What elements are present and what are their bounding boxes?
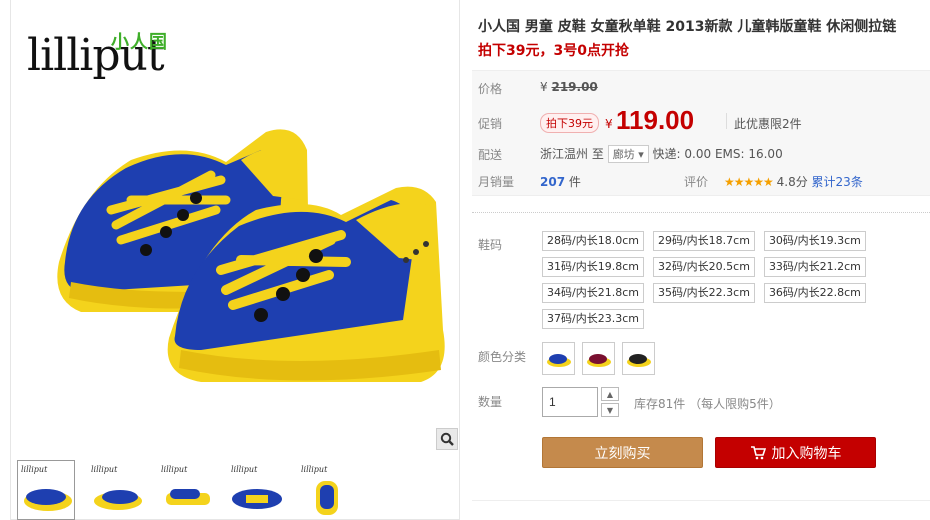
monthly-sales-label: 月销量: [478, 175, 515, 189]
size-option[interactable]: 28码/内长18.0cm: [542, 231, 644, 251]
rating-score: 4.8分: [776, 175, 808, 189]
thumb-brand-text: lilliput: [161, 465, 188, 474]
promo-price-label: 促销: [478, 117, 503, 131]
size-option[interactable]: 31码/内长19.8cm: [542, 257, 644, 277]
add-to-cart-label: 加入购物车: [771, 445, 842, 462]
size-option[interactable]: 34码/内长21.8cm: [542, 283, 644, 303]
quantity-label: 数量: [478, 395, 503, 409]
color-swatch-image: [586, 353, 611, 367]
size-option[interactable]: 35码/内长22.3cm: [652, 283, 755, 303]
color-label: 颜色分类: [478, 350, 527, 364]
add-to-cart-button[interactable]: 加入购物车: [715, 437, 876, 468]
monthly-sales-unit: 件: [568, 175, 581, 189]
shipping-fee: 快递: 0.00 EMS: 16.00: [652, 147, 783, 161]
original-price: ¥ 219.00: [540, 80, 598, 94]
promo-headline: 拍下39元，3号0点开抢: [478, 43, 629, 59]
color-option[interactable]: [542, 342, 575, 375]
promo-limit: 此优惠限2件: [734, 117, 802, 131]
size-label: 鞋码: [478, 238, 503, 252]
color-swatch-image: [626, 353, 651, 367]
thumbnail[interactable]: lilliput: [227, 460, 285, 520]
chevron-down-icon: ▾: [638, 148, 644, 161]
main-product-image[interactable]: 小人国 lilliput: [11, 0, 459, 450]
color-option[interactable]: [582, 342, 615, 375]
star-rating-icon: ★★★★★: [724, 175, 774, 189]
review-label: 评价: [684, 175, 709, 189]
destination-select[interactable]: 廊坊 ▾: [607, 145, 649, 163]
review-count-link[interactable]: 累计23条: [812, 175, 863, 189]
cart-icon: [750, 445, 766, 459]
monthly-sales-value: 207: [540, 175, 566, 189]
product-info-panel: 小人国 男童 皮鞋 女童秋单鞋 2013新款 儿童韩版童鞋 休闲侧拉链 拍下39…: [472, 0, 930, 520]
destination-value: 廊坊: [612, 148, 635, 161]
divider: [726, 113, 727, 129]
size-option[interactable]: 30码/内长19.3cm: [763, 231, 866, 251]
size-option[interactable]: 32码/内长20.5cm: [652, 257, 755, 277]
bottom-strip: [472, 500, 930, 520]
section-divider: [472, 212, 930, 213]
ship-from: 浙江温州: [540, 147, 589, 161]
stock-info: 库存81件 （每人限购5件）: [634, 397, 781, 411]
chevron-up-icon: ▲: [606, 389, 614, 399]
color-options: [542, 342, 655, 375]
size-option[interactable]: 33码/内长21.2cm: [763, 257, 866, 277]
original-price-value: 219.00: [551, 80, 598, 94]
size-option[interactable]: 36码/内长22.8cm: [763, 283, 866, 303]
thumbnail[interactable]: lilliput: [297, 460, 355, 520]
product-gallery: 小人国 lilliput lilliput lilliput lilliput …: [10, 0, 460, 520]
thumb-brand-text: lilliput: [91, 465, 118, 474]
product-title: 小人国 男童 皮鞋 女童秋单鞋 2013新款 儿童韩版童鞋 休闲侧拉链: [478, 19, 897, 35]
size-option[interactable]: 37码/内长23.3cm: [542, 309, 644, 329]
ship-to-word: 至: [591, 147, 604, 161]
promo-currency: ¥: [605, 117, 613, 131]
thumbnail-strip: lilliput lilliput lilliput lilliput lill…: [17, 460, 355, 520]
color-option[interactable]: [622, 342, 655, 375]
price-box: 价格 ¥ 219.00 促销 拍下39元 ¥ 119.00 此优惠限2件 配送 …: [472, 70, 930, 196]
color-swatch-image: [546, 353, 571, 367]
promo-price: 119.00: [616, 105, 695, 135]
buy-now-button[interactable]: 立刻购买: [542, 437, 703, 468]
zoom-button[interactable]: [436, 428, 458, 450]
chevron-down-icon: ▼: [606, 405, 614, 415]
size-option[interactable]: 29码/内长18.7cm: [652, 231, 755, 251]
magnifier-icon: [440, 432, 454, 446]
monthly-sales: 207 件: [540, 173, 581, 190]
promo-tag: 拍下39元: [540, 113, 599, 133]
quantity-up-button[interactable]: ▲: [601, 387, 619, 401]
quantity-down-button[interactable]: ▼: [601, 403, 619, 417]
shipping-info: 浙江温州 至 廊坊 ▾ 快递: 0.00 EMS: 16.00: [540, 145, 783, 163]
buy-now-label: 立刻购买: [594, 445, 651, 462]
shipping-label: 配送: [478, 148, 503, 162]
brand-logo-cn: 小人国: [111, 32, 168, 53]
thumb-brand-text: lilliput: [231, 465, 258, 474]
rating: ★★★★★ 4.8分 累计23条: [724, 173, 863, 190]
thumbnail[interactable]: lilliput: [87, 460, 145, 520]
currency-symbol: ¥: [540, 80, 548, 94]
original-price-label: 价格: [478, 82, 503, 96]
thumb-brand-text: lilliput: [301, 465, 328, 474]
thumbnail[interactable]: lilliput: [17, 460, 75, 520]
thumbnail[interactable]: lilliput: [157, 460, 215, 520]
size-options: 28码/内长18.0cm 29码/内长18.7cm 30码/内长19.3cm 31码/…: [542, 231, 872, 329]
quantity-input[interactable]: [542, 387, 598, 417]
thumb-brand-text: lilliput: [21, 465, 48, 474]
brand-logo: 小人国 lilliput: [27, 30, 167, 81]
